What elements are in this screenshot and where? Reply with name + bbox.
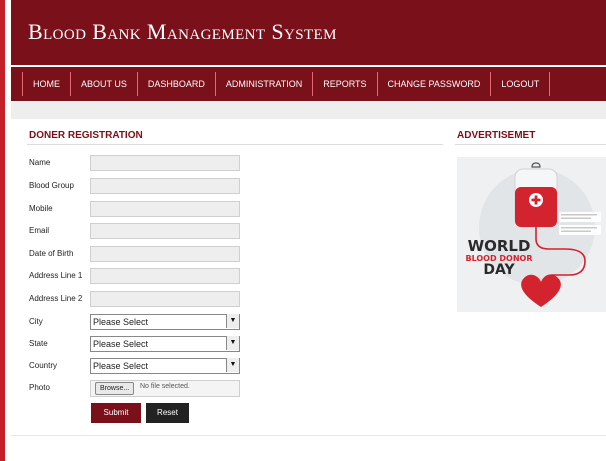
name-label: Name [29, 158, 51, 167]
nav-change-password[interactable]: CHANGE PASSWORD [376, 72, 491, 96]
city-select[interactable]: Please Select ▼ [90, 314, 240, 330]
address2-input[interactable] [90, 291, 240, 307]
chevron-down-icon[interactable]: ▼ [226, 336, 239, 350]
photo-file-input: Browse... No file selected. [90, 380, 240, 397]
nav-reports[interactable]: REPORTS [312, 72, 376, 96]
site-header: Blood Bank Management System [11, 0, 606, 65]
form-title: DONER REGISTRATION [29, 130, 143, 141]
country-select[interactable]: Please Select ▼ [90, 358, 240, 374]
city-label: City [29, 317, 43, 326]
address1-input[interactable] [90, 268, 240, 284]
blood-bag-illustration: WORLD BLOOD DONOR DAY [457, 157, 606, 312]
email-input[interactable] [90, 223, 240, 239]
blood-group-label: Blood Group [29, 181, 74, 190]
file-status-text: No file selected. [140, 383, 190, 390]
state-select[interactable]: Please Select ▼ [90, 336, 240, 352]
ad-line-world: WORLD [468, 237, 531, 255]
address2-label: Address Line 2 [29, 294, 83, 303]
chevron-down-icon[interactable]: ▼ [226, 358, 239, 372]
chevron-down-icon[interactable]: ▼ [226, 314, 239, 328]
nav-home[interactable]: HOME [22, 72, 70, 96]
nav-administration[interactable]: ADMINISTRATION [214, 72, 312, 96]
submit-button[interactable]: Submit [91, 403, 141, 423]
nav-logout[interactable]: LOGOUT [490, 72, 551, 96]
state-select-value: Please Select [93, 339, 149, 349]
nav-dashboard[interactable]: DASHBOARD [136, 72, 215, 96]
ad-title-divider [455, 144, 606, 145]
mobile-label: Mobile [29, 204, 53, 213]
browse-button[interactable]: Browse... [95, 382, 135, 395]
email-label: Email [29, 226, 50, 235]
mobile-input[interactable] [90, 201, 240, 217]
state-label: State [29, 339, 48, 348]
reset-button[interactable]: Reset [146, 403, 189, 423]
ad-line-day: DAY [483, 262, 515, 278]
city-select-value: Please Select [93, 317, 149, 327]
dob-input[interactable] [90, 246, 240, 262]
advertisement-image[interactable]: WORLD BLOOD DONOR DAY [457, 157, 606, 312]
main-nav: HOME ABOUT US DASHBOARD ADMINISTRATION R… [11, 65, 606, 101]
site-title: Blood Bank Management System [28, 19, 337, 44]
nav-about-us[interactable]: ABOUT US [70, 72, 137, 96]
country-select-value: Please Select [93, 361, 149, 371]
address1-label: Address Line 1 [29, 271, 83, 280]
dob-label: Date of Birth [29, 249, 74, 258]
ad-title: ADVERTISEMET [457, 130, 536, 141]
left-accent-rule [0, 0, 5, 461]
photo-label: Photo [29, 383, 50, 392]
sub-bar [11, 101, 606, 119]
name-input[interactable] [90, 155, 240, 171]
country-label: Country [29, 361, 58, 370]
form-title-divider [27, 144, 443, 145]
footer-divider [11, 435, 606, 436]
blood-group-input[interactable] [90, 178, 240, 194]
